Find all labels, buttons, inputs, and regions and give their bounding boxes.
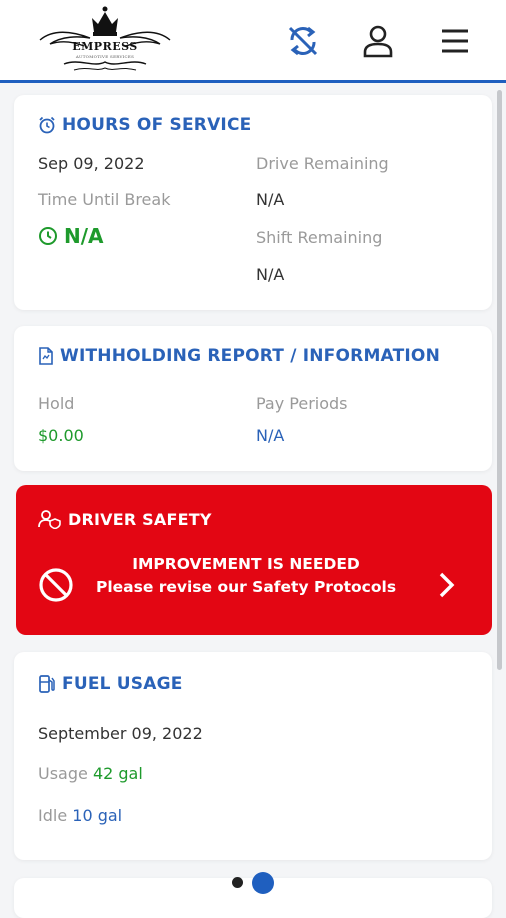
document-icon <box>39 347 53 365</box>
usage-value: 42 gal <box>92 764 143 783</box>
fuel-idle-row: Idle 10 gal <box>38 806 122 825</box>
page-indicator <box>0 872 506 894</box>
chevron-right-icon[interactable] <box>436 571 458 603</box>
hold-value: $0.00 <box>38 426 84 445</box>
page-dot-1[interactable] <box>232 877 243 888</box>
time-until-break-label: Time Until Break <box>38 190 171 209</box>
logo-name: EMPRESS <box>72 40 138 53</box>
fuel-usage-row: Usage 42 gal <box>38 764 143 783</box>
pay-periods-label: Pay Periods <box>256 394 348 413</box>
safety-message-heading: IMPROVEMENT IS NEEDED <box>132 555 360 573</box>
menu-icon[interactable] <box>436 22 474 60</box>
break-value-text: N/A <box>64 224 104 248</box>
hours-of-service-card[interactable]: HOURS OF SERVICE Sep 09, 2022 Time Until… <box>14 95 492 310</box>
driver-safety-title-label: DRIVER SAFETY <box>68 509 212 529</box>
scrollbar[interactable] <box>497 90 502 670</box>
driver-safety-alert[interactable]: DRIVER SAFETY IMPROVEMENT IS NEEDED Plea… <box>16 485 492 635</box>
hold-label: Hold <box>38 394 75 413</box>
page-dot-2-active[interactable] <box>252 872 274 894</box>
hos-title: HOURS OF SERVICE <box>38 115 251 135</box>
clock-icon <box>39 227 57 245</box>
fuel-usage-card[interactable]: FUEL USAGE September 09, 2022 Usage 42 g… <box>14 652 492 860</box>
sync-off-icon[interactable] <box>284 22 322 60</box>
fuel-pump-icon <box>39 675 55 693</box>
fuel-date: September 09, 2022 <box>38 724 203 743</box>
shift-remaining-value: N/A <box>256 265 285 284</box>
idle-label: Idle <box>38 806 68 825</box>
crown-icon <box>39 6 171 71</box>
drive-remaining-label: Drive Remaining <box>256 154 389 173</box>
safety-message-body: Please revise our Safety Protocols <box>95 578 397 596</box>
withholding-title-label: WITHHOLDING REPORT / INFORMATION <box>60 346 440 366</box>
usage-label: Usage <box>38 764 88 783</box>
shift-remaining-label: Shift Remaining <box>256 228 383 247</box>
logo-subtitle: AUTOMOTIVE SERVICES <box>75 54 135 59</box>
idle-value: 10 gal <box>72 806 123 825</box>
pay-periods-value: N/A <box>256 426 285 445</box>
hos-date: Sep 09, 2022 <box>38 154 145 173</box>
drive-remaining-value: N/A <box>256 190 285 209</box>
alarm-clock-icon <box>39 116 55 134</box>
withholding-card[interactable]: WITHHOLDING REPORT / INFORMATION Hold $0… <box>14 326 492 471</box>
hos-title-label: HOURS OF SERVICE <box>62 115 252 135</box>
fuel-usage-title: FUEL USAGE <box>38 674 183 694</box>
time-until-break-value: N/A <box>38 224 104 248</box>
user-shield-icon <box>38 510 61 529</box>
withholding-title: WITHHOLDING REPORT / INFORMATION <box>38 346 440 366</box>
fuel-usage-title-label: FUEL USAGE <box>62 674 183 694</box>
app-header: EMPRESS AUTOMOTIVE SERVICES <box>0 0 506 83</box>
prohibited-icon <box>38 567 74 607</box>
user-icon[interactable] <box>359 22 397 60</box>
empress-logo: EMPRESS AUTOMOTIVE SERVICES <box>34 2 176 76</box>
driver-safety-title: DRIVER SAFETY <box>38 509 212 529</box>
